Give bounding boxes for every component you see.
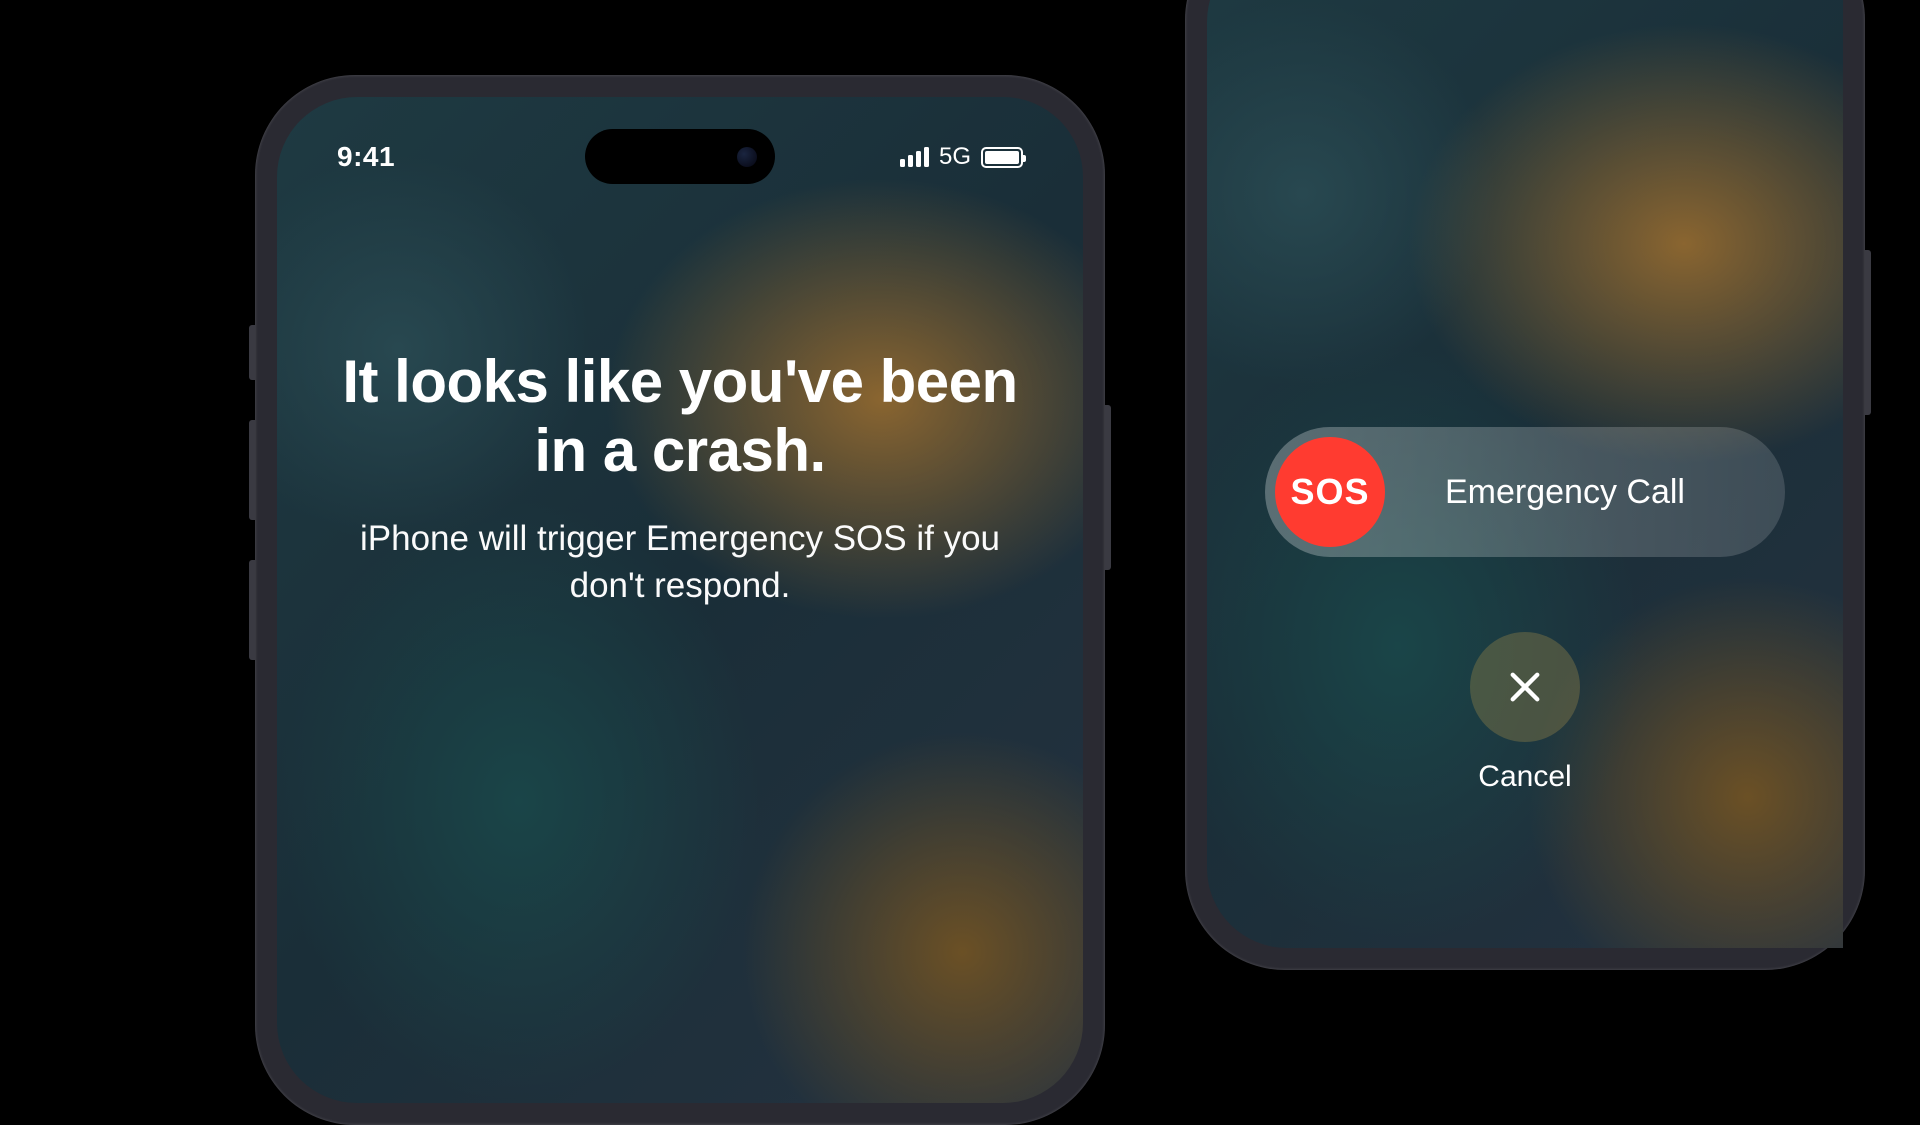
cancel-button[interactable] <box>1470 632 1580 742</box>
front-camera-icon <box>737 147 757 167</box>
phone-device-right: SOS Emergency Call Cancel <box>1185 0 1865 970</box>
cancel-area: Cancel <box>1470 632 1580 794</box>
emergency-call-label: Emergency Call <box>1385 473 1775 512</box>
volume-up-button <box>249 420 255 520</box>
status-time: 9:41 <box>337 141 395 173</box>
close-icon <box>1504 666 1546 708</box>
sos-slide-handle[interactable]: SOS <box>1275 437 1385 547</box>
crash-headline: It looks like you've been in a crash. <box>332 347 1028 485</box>
phone-device-left: 9:41 5G It looks like you've been in a c… <box>255 75 1105 1125</box>
power-button <box>1865 250 1871 415</box>
power-button <box>1105 405 1111 570</box>
cancel-label: Cancel <box>1478 760 1571 794</box>
side-buttons <box>249 325 255 700</box>
volume-down-button <box>249 560 255 660</box>
signal-bars-icon <box>900 147 929 167</box>
crash-message-area: It looks like you've been in a crash. iP… <box>277 347 1083 610</box>
emergency-call-slider[interactable]: SOS Emergency Call <box>1265 427 1785 557</box>
network-label: 5G <box>939 143 971 171</box>
dynamic-island <box>585 129 775 184</box>
side-buttons-right <box>1105 405 1111 570</box>
battery-icon <box>981 147 1023 168</box>
phone-screen-emergency-call: SOS Emergency Call Cancel <box>1207 0 1843 948</box>
side-buttons-right <box>1865 250 1871 415</box>
phone-screen-crash-detection: 9:41 5G It looks like you've been in a c… <box>277 97 1083 1103</box>
sos-slider-container: SOS Emergency Call <box>1265 427 1785 557</box>
mute-switch <box>249 325 255 380</box>
status-right-group: 5G <box>900 143 1023 171</box>
crash-subtext: iPhone will trigger Emergency SOS if you… <box>332 515 1028 610</box>
